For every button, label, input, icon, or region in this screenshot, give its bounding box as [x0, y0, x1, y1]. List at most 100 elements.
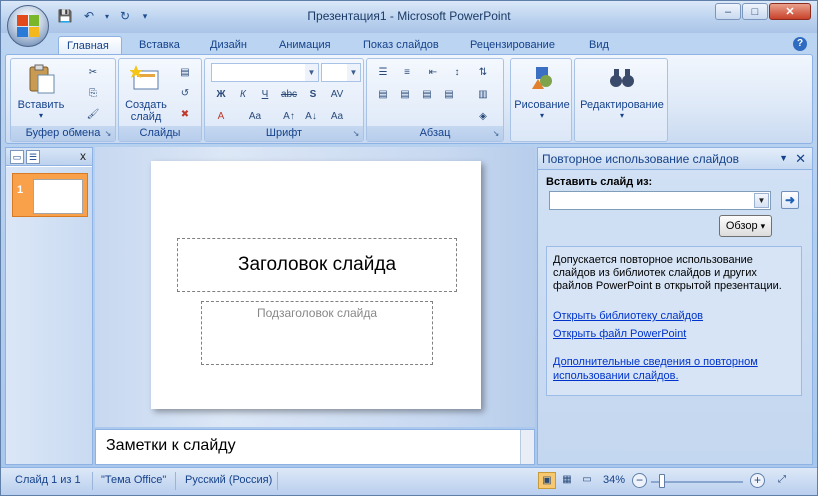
underline-button[interactable]: Ч [255, 85, 275, 103]
tab-review[interactable]: Рецензирование [462, 36, 563, 55]
tab-design[interactable]: Дизайн [202, 36, 255, 55]
zoom-in-button[interactable]: + [750, 473, 765, 488]
close-button[interactable]: ✕ [769, 3, 811, 20]
align-left-icon[interactable]: ▤ [373, 85, 393, 103]
slides-tab-icon[interactable]: ▭ [10, 150, 24, 164]
fit-to-window-icon[interactable]: ⤢ [773, 472, 791, 489]
clear-format-button[interactable]: Aa [327, 107, 347, 125]
tab-home[interactable]: Главная [58, 36, 122, 55]
clipboard-launcher-icon[interactable]: ↘ [103, 129, 113, 139]
delete-slide-icon[interactable]: ✖ [175, 105, 195, 123]
tab-slideshow[interactable]: Показ слайдов [355, 36, 447, 55]
shrink-font-button[interactable]: A↓ [301, 107, 321, 125]
zoom-slider-thumb[interactable] [659, 474, 665, 488]
slide-canvas[interactable]: Заголовок слайда Подзаголовок слайда [151, 161, 481, 409]
group-slides: Создать слайд ▤ ↺ ✖ Слайды [118, 58, 202, 142]
status-bar: Слайд 1 из 1 "Тема Office" Русский (Росс… [1, 467, 817, 495]
drawing-label: Рисование [514, 99, 570, 111]
reset-slide-icon[interactable]: ↺ [175, 84, 195, 102]
browse-button[interactable]: Обзор ▾ [719, 215, 772, 237]
title-bar: 💾 ↶ ▾ ↻ ▾ Презентация1 - Microsoft Power… [1, 1, 817, 33]
grow-font-button[interactable]: A↑ [279, 107, 299, 125]
font-size-combo[interactable]: ▼ [321, 63, 361, 82]
info-box: Допускается повторное использование слай… [546, 246, 802, 396]
align-center-icon[interactable]: ▤ [395, 85, 415, 103]
close-pane-icon[interactable]: x [80, 149, 86, 163]
strikethrough-button[interactable]: abc [279, 85, 299, 103]
slide-sorter-icon[interactable]: ▦ [558, 472, 576, 489]
tab-animation[interactable]: Анимация [271, 36, 339, 55]
align-right-icon[interactable]: ▤ [417, 85, 437, 103]
columns-icon[interactable]: ▥ [473, 85, 493, 103]
slides-list: 1 [6, 167, 92, 464]
line-spacing-icon[interactable]: ↕ [447, 63, 467, 81]
office-button[interactable] [7, 5, 49, 47]
text-direction-icon[interactable]: ⇅ [473, 63, 493, 81]
font-group-label: Шрифт [205, 126, 363, 141]
slide-thumbnail [33, 179, 83, 214]
insert-slide-from-input[interactable]: ▼ [549, 191, 771, 210]
insert-slide-from-label: Вставить слайд из: [546, 176, 653, 188]
tab-view[interactable]: Вид [581, 36, 617, 55]
outline-tab-icon[interactable]: ☰ [26, 150, 40, 164]
divider [175, 472, 176, 490]
language-indicator[interactable]: Русский (Россия) [185, 474, 272, 486]
paragraph-launcher-icon[interactable]: ↘ [491, 129, 501, 139]
zoom-level[interactable]: 34% [603, 474, 625, 486]
cut-icon[interactable]: ✂ [83, 63, 103, 81]
go-arrow-button[interactable]: ➜ [781, 191, 799, 209]
new-slide-button[interactable]: Создать слайд [121, 63, 171, 123]
more-info-link[interactable]: Дополнительные сведения о повторном испо… [553, 355, 795, 383]
theme-name[interactable]: "Тема Office" [101, 474, 166, 486]
minimize-button[interactable]: – [715, 3, 741, 20]
notes-pane[interactable]: Заметки к слайду [95, 429, 535, 465]
bold-button[interactable]: Ж [211, 85, 231, 103]
format-painter-icon[interactable]: 🖌 [83, 105, 103, 123]
divider [92, 472, 93, 490]
change-case-button[interactable]: Aa [245, 107, 265, 125]
font-launcher-icon[interactable]: ↘ [351, 129, 361, 139]
task-pane-menu-icon[interactable]: ▼ [779, 153, 788, 163]
slideshow-view-icon[interactable]: ▭ [578, 472, 596, 489]
maximize-button[interactable]: □ [742, 3, 768, 20]
browse-arrow-icon: ▾ [760, 221, 766, 231]
font-color-button[interactable]: A [211, 107, 231, 125]
subtitle-placeholder[interactable]: Подзаголовок слайда [201, 301, 433, 365]
paste-label: Вставить [17, 99, 65, 111]
info-text: Допускается повторное использование слай… [553, 254, 782, 292]
shadow-button[interactable]: S [303, 85, 323, 103]
task-pane-close-icon[interactable]: ✕ [795, 151, 806, 167]
editing-arrow-icon: ▾ [619, 111, 624, 120]
open-library-link[interactable]: Открыть библиотеку слайдов [553, 309, 795, 323]
notes-scrollbar[interactable] [520, 430, 534, 464]
window-controls: – □ ✕ [715, 3, 811, 20]
help-icon[interactable]: ? [793, 37, 807, 51]
paragraph-group-label: Абзац [367, 126, 503, 141]
editing-button[interactable]: Редактирование ▾ [577, 63, 667, 120]
char-spacing-button[interactable]: AV [327, 85, 347, 103]
numbering-icon[interactable]: ≡ [397, 63, 417, 81]
slide-thumbnail-selected[interactable]: 1 [12, 173, 88, 217]
decrease-indent-icon[interactable]: ⇤ [423, 63, 443, 81]
drawing-arrow-icon: ▾ [539, 111, 544, 120]
layout-icon[interactable]: ▤ [175, 63, 195, 81]
tab-insert[interactable]: Вставка [131, 36, 188, 55]
group-clipboard: Вставить ▾ ✂ ⎘ 🖌 Буфер обмена ↘ [10, 58, 116, 142]
chevron-down-icon[interactable]: ▼ [754, 193, 769, 208]
font-name-combo[interactable]: ▼ [211, 63, 319, 82]
drawing-button[interactable]: Рисование ▾ [513, 63, 571, 120]
zoom-out-button[interactable]: − [632, 473, 647, 488]
italic-button[interactable]: К [233, 85, 253, 103]
office-logo-icon [17, 15, 39, 37]
ribbon: Вставить ▾ ✂ ⎘ 🖌 Буфер обмена ↘ Создать … [5, 54, 813, 144]
copy-icon[interactable]: ⎘ [83, 84, 103, 102]
bullets-icon[interactable]: ☰ [373, 63, 393, 81]
title-placeholder[interactable]: Заголовок слайда [177, 238, 457, 292]
slide-number: 1 [17, 184, 24, 196]
justify-icon[interactable]: ▤ [439, 85, 459, 103]
paste-button[interactable]: Вставить ▾ [15, 63, 67, 120]
smartart-icon[interactable]: ◈ [473, 107, 493, 125]
normal-view-icon[interactable]: ▣ [538, 472, 556, 489]
group-font: ▼ ▼ Ж К Ч abc S AV A Aa A↑ A↓ Aa Шрифт ↘ [204, 58, 364, 142]
open-file-link[interactable]: Открыть файл PowerPoint [553, 327, 795, 341]
